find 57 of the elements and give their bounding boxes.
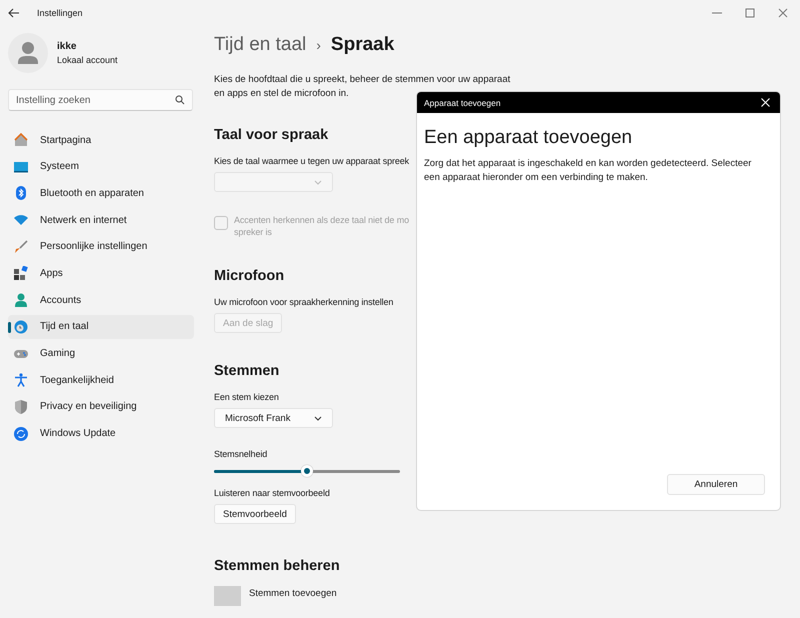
person-icon — [14, 293, 28, 308]
back-arrow-icon[interactable] — [8, 8, 20, 18]
dialog-text: Zorg dat het apparaat is ingeschakeld en kan worden gedetecteerd. Selecteer een apparaat hieronder om een verbinding te maken. — [424, 157, 752, 184]
sidebar-item[interactable]: Accounts — [8, 288, 194, 312]
field-label: Stemsnelheid — [214, 449, 268, 459]
section-heading: Taal voor spraak — [214, 127, 328, 143]
field-label: Een stem kiezen — [214, 392, 279, 402]
dialog-title: Apparaat toevoegen — [424, 98, 501, 108]
account-type: Lokaal account — [57, 55, 118, 65]
sidebar-item[interactable]: Persoonlijke instellingen — [8, 234, 194, 259]
accessibility-icon — [14, 373, 28, 388]
voice-dropdown[interactable]: Microsoft Frank — [214, 408, 333, 428]
brush-icon — [14, 240, 28, 254]
field-label: Kies de taal waarmee u tegen uw apparaat spreek — [214, 156, 409, 166]
house-icon — [14, 133, 28, 147]
shield-icon — [14, 400, 28, 414]
chevron-down-icon — [314, 416, 322, 420]
section-heading: Stemmen — [214, 363, 280, 379]
voice-preview-button[interactable]: Stemvoorbeeld — [214, 504, 296, 524]
field-label: Uw microfoon voor spraakherkenning instellen — [214, 297, 394, 307]
slider-thumb[interactable] — [301, 465, 313, 477]
search-field[interactable]: Instelling zoeken — [8, 89, 193, 111]
sidebar-item[interactable]: Netwerk en internet — [8, 208, 194, 232]
breadcrumb-link[interactable]: Tijd en taal — [214, 34, 306, 56]
monitor-icon — [14, 160, 28, 174]
sidebar-item[interactable]: Gaming — [8, 342, 194, 366]
update-icon — [14, 426, 28, 441]
maximize-icon[interactable] — [745, 8, 755, 18]
section-heading: Stemmen beheren — [214, 558, 340, 574]
sidebar-item[interactable]: Windows Update — [8, 422, 194, 446]
breadcrumb-separator: › — [316, 37, 321, 53]
wifi-icon — [14, 213, 28, 228]
search-icon — [175, 95, 185, 105]
add-voices-tile[interactable] — [214, 586, 241, 606]
sidebar-item[interactable]: Startpagina — [8, 128, 194, 152]
window-title: Instellingen — [37, 8, 83, 18]
section-heading: Microfoon — [214, 268, 284, 284]
add-voices-label[interactable]: Stemmen toevoegen — [249, 588, 337, 606]
apps-icon — [14, 266, 28, 280]
page-title: Spraak — [330, 34, 394, 56]
cancel-button[interactable]: Annuleren — [667, 474, 765, 495]
sidebar-item[interactable]: Tijd en taal — [8, 314, 194, 339]
sidebar-item[interactable]: Bluetooth en apparaten — [8, 181, 194, 206]
bluetooth-icon — [14, 186, 28, 200]
sidebar-item[interactable]: Toegankelijkheid — [8, 368, 194, 392]
avatar-icon — [8, 33, 48, 73]
sidebar-item[interactable]: Apps — [8, 261, 194, 286]
dialog-heading: Een apparaat toevoegen — [424, 127, 634, 149]
field-label: Luisteren naar stemvoorbeeld — [214, 488, 330, 498]
globe-clock-icon — [14, 320, 28, 334]
page-description: Kies de hoofdtaal die u spreekt, beheer de stemmen voor uw apparaat en apps en stel de microfoon in. — [214, 73, 512, 100]
sidebar-item[interactable]: Privacy en beveiliging — [8, 394, 194, 419]
sidebar-item[interactable]: Systeem — [8, 154, 194, 179]
account-name: ikke — [57, 41, 78, 52]
speed-slider[interactable] — [214, 465, 400, 477]
chevron-down-icon — [314, 180, 322, 184]
checkbox-label: Accenten herkennen als deze taal niet de mo spreker is — [234, 214, 409, 238]
